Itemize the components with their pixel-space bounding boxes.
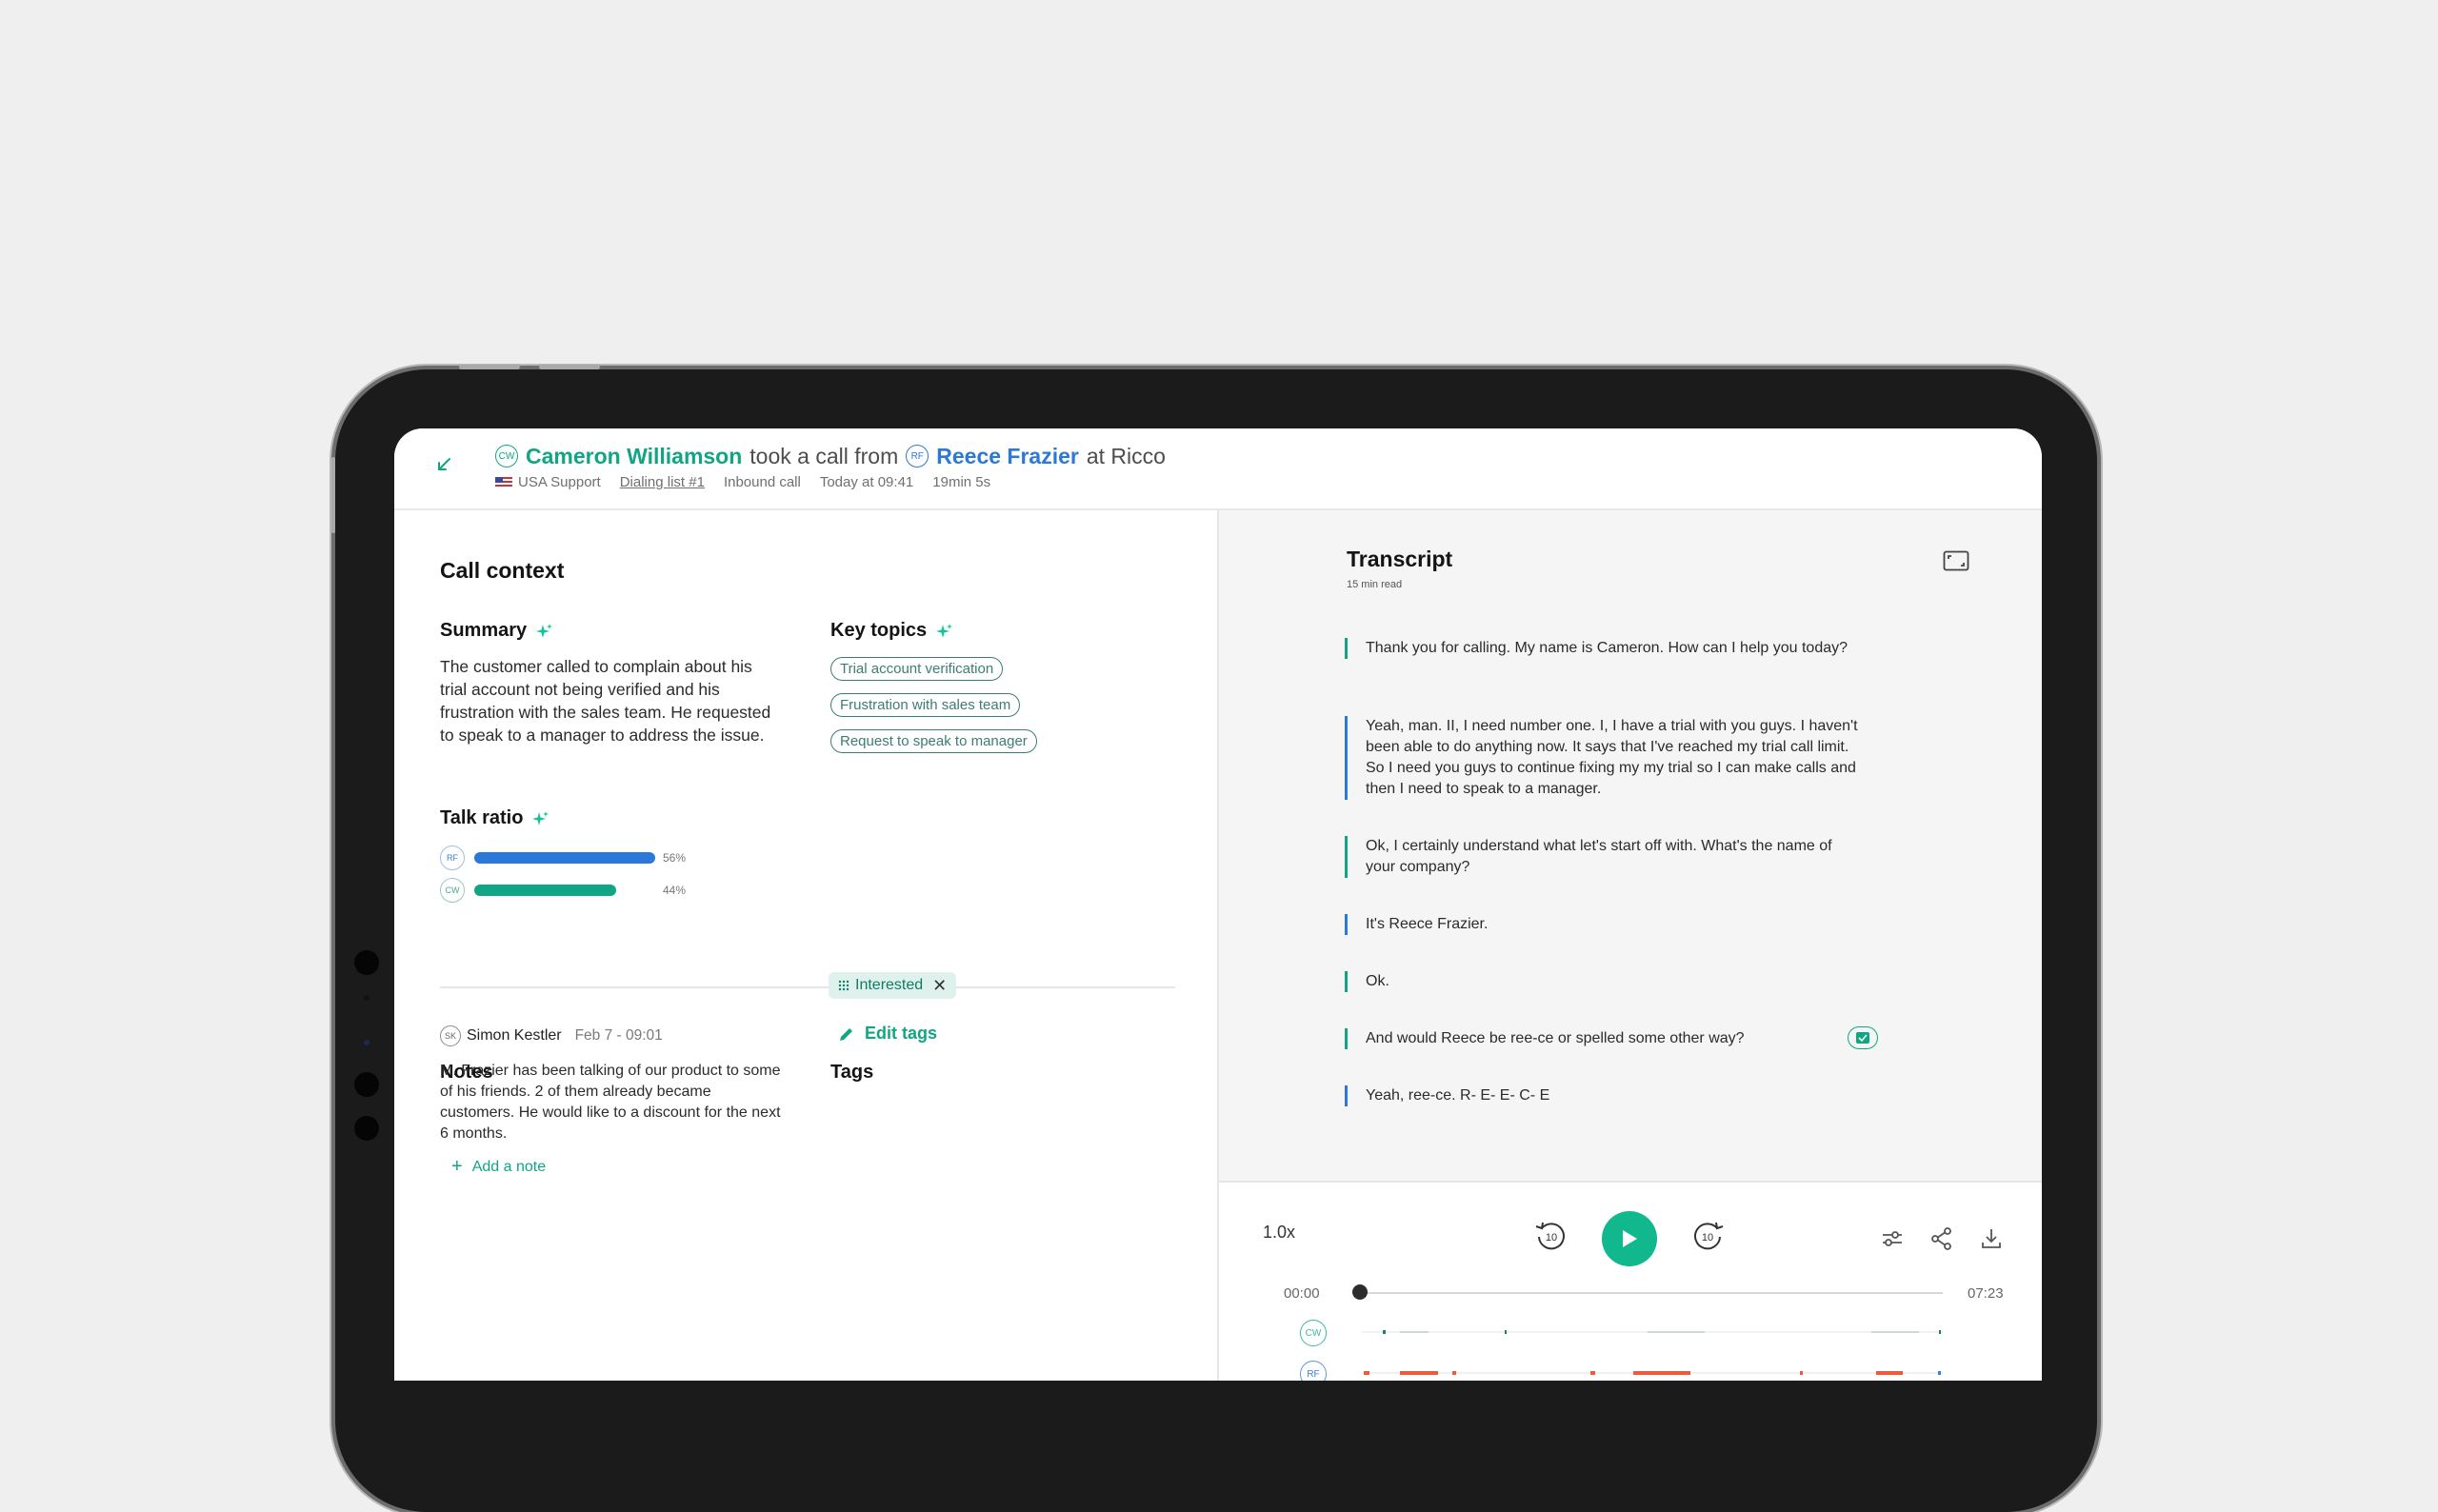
team-label: USA Support <box>495 474 601 490</box>
topic-chip[interactable]: Frustration with sales team <box>830 693 1021 717</box>
edit-tags-button[interactable]: Edit tags <box>838 1024 937 1044</box>
remove-tag-icon[interactable]: ✕ <box>932 976 947 996</box>
plus-icon: + <box>451 1156 463 1177</box>
caller-avatar: RF <box>906 445 929 468</box>
time-total: 07:23 <box>1968 1285 2004 1302</box>
pencil-icon <box>840 1027 852 1041</box>
tablet-top-button <box>459 365 520 369</box>
play-button[interactable] <box>1602 1211 1657 1266</box>
summary-heading: Summary <box>440 620 553 642</box>
ai-sparkle-icon <box>936 623 953 638</box>
call-verb: took a call from <box>749 443 899 468</box>
agent-name-link[interactable]: Cameron Williamson <box>526 444 742 469</box>
tag-chip[interactable]: Interested ✕ <box>829 972 957 999</box>
expand-icon[interactable] <box>1943 550 1969 571</box>
cw-speech-lane <box>1362 1330 1943 1334</box>
note-author-avatar: SK <box>440 1025 461 1046</box>
topic-chip[interactable]: Request to speak to manager <box>830 729 1037 753</box>
dialing-list-link[interactable]: Dialing list #1 <box>620 474 705 490</box>
transcript-entry: And would Reece be ree-ce or spelled som… <box>1345 1028 1861 1049</box>
talk-ratio-pct: 44% <box>663 884 687 897</box>
camera-dot <box>354 950 379 975</box>
call-type: Inbound call <box>723 474 801 490</box>
agent-avatar: CW <box>495 445 518 468</box>
transcript-entry: Yeah, man. II, I need number one. I, I h… <box>1345 716 1861 800</box>
note-date: Feb 7 - 09:01 <box>574 1027 663 1044</box>
time-elapsed: 00:00 <box>1284 1285 1320 1302</box>
forward-10-icon[interactable]: 10 <box>1689 1219 1726 1255</box>
cw-avatar: CW <box>440 878 465 903</box>
call-meta: USA Support Dialing list #1 Inbound call… <box>495 474 1009 490</box>
ai-sparkle-icon <box>536 623 553 638</box>
transcript-entry: Thank you for calling. My name is Camero… <box>1345 638 1861 659</box>
lane-cw-avatar: CW <box>1300 1320 1327 1346</box>
seek-bar[interactable] <box>1362 1292 1943 1294</box>
talk-ratio-row-rf: RF 56% <box>440 846 686 870</box>
caller-company: at Ricco <box>1086 443 1166 468</box>
ai-sparkle-icon <box>532 810 550 826</box>
rf-avatar: RF <box>440 846 465 870</box>
key-topics-heading: Key topics <box>830 620 953 642</box>
audio-player: 1.0x 10 10 00:00 07:23 CW RF <box>1219 1181 2042 1381</box>
playback-speed-button[interactable]: 1.0x <box>1263 1223 1295 1243</box>
call-header: CW Cameron Williamson took a call from R… <box>394 428 2042 510</box>
usa-flag-icon <box>495 477 512 489</box>
transcript-title: Transcript <box>1347 547 1453 571</box>
talk-ratio-row-cw: CW 44% <box>440 878 686 903</box>
seek-handle[interactable] <box>1352 1284 1368 1300</box>
talk-ratio-pct: 56% <box>663 851 687 865</box>
talk-ratio-heading: Talk ratio <box>440 807 550 829</box>
rewind-10-icon[interactable]: 10 <box>1533 1219 1569 1255</box>
talk-ratio-fill-rf <box>474 852 655 864</box>
talk-ratio-fill-cw <box>474 885 617 896</box>
grid-icon <box>838 980 849 991</box>
transcript-panel: Transcript 15 min read Thank you for cal… <box>1217 510 2042 1381</box>
add-note-button[interactable]: + Add a note <box>451 1156 546 1178</box>
transcript-entry: Yeah, ree-ce. R- E- E- C- E <box>1345 1085 1861 1106</box>
filter-settings-icon[interactable] <box>1880 1226 1905 1251</box>
talk-ratio-bar <box>474 852 655 864</box>
note-author-name: Simon Kestler <box>467 1027 562 1044</box>
download-icon[interactable] <box>1979 1226 2004 1251</box>
call-context-title: Call context <box>440 558 565 583</box>
transcript-entry: Ok. <box>1345 971 1861 992</box>
camera-dot <box>364 995 370 1001</box>
tag-label: Interested <box>855 977 924 993</box>
section-divider <box>440 986 1175 988</box>
topic-chip[interactable]: Trial account verification <box>830 657 1004 681</box>
flag-message-icon[interactable] <box>1848 1026 1878 1049</box>
call-duration: 19min 5s <box>932 474 991 490</box>
tags-heading: Tags <box>830 1062 874 1083</box>
note-author: SK Simon Kestler Feb 7 - 09:01 <box>440 1025 663 1046</box>
skip-back-label: 10 <box>1546 1232 1557 1243</box>
collapse-arrow-icon[interactable] <box>434 455 453 474</box>
skip-forward-label: 10 <box>1702 1232 1713 1243</box>
note-text: M. Frazier has been talking of our produ… <box>440 1063 781 1142</box>
tablet-side-button <box>331 457 335 533</box>
tablet-top-button-2 <box>539 365 600 369</box>
call-title: CW Cameron Williamson took a call from R… <box>495 442 1173 470</box>
camera-dot <box>364 1040 370 1045</box>
share-icon[interactable] <box>1929 1226 1954 1251</box>
transcript-entry: Ok, I certainly understand what let's st… <box>1345 836 1861 878</box>
play-icon <box>1623 1230 1637 1247</box>
camera-dot <box>354 1116 379 1141</box>
key-topics-list: Trial account verification Frustration w… <box>830 657 1135 766</box>
summary-text: The customer called to complain about hi… <box>440 657 771 745</box>
caller-name-link[interactable]: Reece Frazier <box>936 444 1079 469</box>
camera-dot <box>354 1072 379 1097</box>
call-time: Today at 09:41 <box>819 474 914 490</box>
transcript-entry: It's Reece Frazier. <box>1345 914 1861 935</box>
talk-ratio-bar <box>474 885 655 896</box>
transcript-read-time: 15 min read <box>1347 579 1403 590</box>
call-context-panel: Call context Summary The customer called… <box>394 510 1217 1381</box>
app-screen: CW Cameron Williamson took a call from R… <box>394 428 2042 1381</box>
